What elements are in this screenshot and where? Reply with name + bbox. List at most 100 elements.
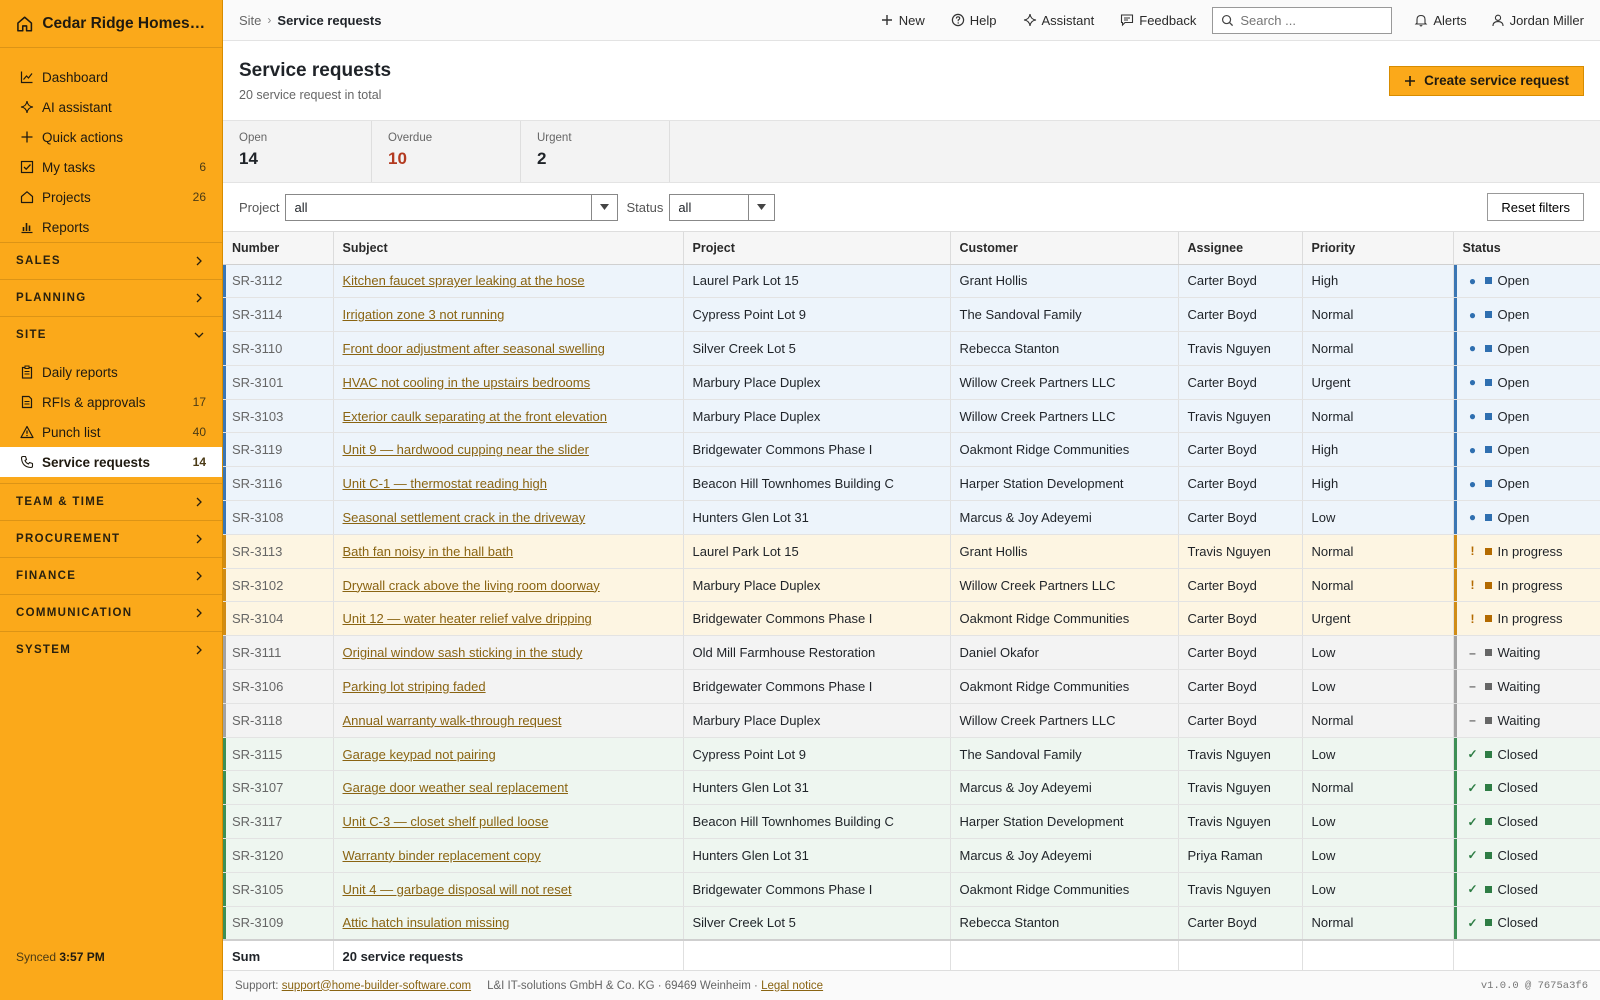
table-row[interactable]: SR-3108 Seasonal settlement crack in the …	[223, 500, 1600, 535]
new-button[interactable]: New	[880, 13, 925, 28]
sum-cell	[950, 938, 1179, 970]
help-button[interactable]: Help	[951, 13, 997, 28]
feedback-button[interactable]: Feedback	[1120, 13, 1196, 28]
subject-link[interactable]: Annual warranty walk-through request	[343, 713, 562, 728]
cell-status: ● Open	[1453, 466, 1600, 502]
search-input[interactable]	[1240, 12, 1381, 28]
subject-link[interactable]: Unit C-1 — thermostat reading high	[343, 476, 547, 491]
status-square-icon	[1484, 615, 1492, 623]
subject-link[interactable]: Warranty binder replacement copy	[343, 848, 541, 863]
sidebar-item-count: 40	[192, 425, 206, 439]
sidebar-item-my-tasks[interactable]: My tasks 6	[0, 152, 222, 182]
column-header-project[interactable]: Project	[683, 232, 951, 265]
subject-link[interactable]: Drywall crack above the living room door…	[343, 578, 600, 593]
status-square-icon	[1484, 547, 1492, 555]
column-header-assignee[interactable]: Assignee	[1178, 232, 1303, 265]
status-filter-select[interactable]: all	[669, 193, 776, 221]
section-team-time[interactable]: TEAM & TIME	[0, 483, 222, 520]
search-box[interactable]	[1212, 6, 1393, 34]
cell-project: Laurel Park Lot 15	[683, 264, 951, 299]
project-filter-select[interactable]: all	[285, 193, 619, 221]
section-procurement[interactable]: PROCUREMENT	[0, 520, 222, 557]
cell-number: SR-3113	[223, 534, 334, 569]
subject-link[interactable]: HVAC not cooling in the upstairs bedroom…	[343, 375, 591, 390]
table-row[interactable]: SR-3105 Unit 4 — garbage disposal will no…	[223, 872, 1600, 907]
stat-open[interactable]: Open 14	[223, 121, 372, 182]
subject-link[interactable]: Unit 12 — water heater relief valve drip…	[343, 611, 592, 626]
table-row[interactable]: SR-3118 Annual warranty walk-through requ…	[223, 703, 1600, 738]
table-row[interactable]: SR-3120 Warranty binder replacement copy H…	[223, 838, 1600, 873]
sidebar-item-projects[interactable]: Projects 26	[0, 182, 222, 212]
status-text: Closed	[1497, 847, 1538, 863]
create-service-request-button[interactable]: Create service request	[1389, 65, 1584, 96]
alerts-button[interactable]: Alerts	[1414, 13, 1467, 28]
subject-link[interactable]: Garage door weather seal replacement	[343, 780, 568, 795]
subject-link[interactable]: Front door adjustment after seasonal swe…	[343, 341, 605, 356]
subject-link[interactable]: Parking lot striping faded	[343, 679, 486, 694]
support-email-link[interactable]: support@home-builder-software.com	[282, 980, 471, 992]
sidebar-item-punch-list[interactable]: Punch list 40	[0, 417, 222, 447]
section-planning[interactable]: PLANNING	[0, 279, 222, 316]
subject-link[interactable]: Kitchen faucet sprayer leaking at the ho…	[343, 273, 585, 288]
column-header-customer[interactable]: Customer	[950, 232, 1179, 265]
table-row[interactable]: SR-3114 Irrigation zone 3 not running Cypr…	[223, 297, 1600, 333]
table-row[interactable]: SR-3107 Garage door weather seal replacem…	[223, 770, 1600, 806]
table-row[interactable]: SR-3112 Kitchen faucet sprayer leaking at…	[223, 264, 1600, 299]
stat-urgent[interactable]: Urgent 2	[521, 121, 670, 182]
chevron-right-icon	[196, 571, 202, 581]
column-header-status[interactable]: Status	[1453, 232, 1600, 265]
cell-status: ! In progress	[1453, 568, 1600, 603]
column-header-subject[interactable]: Subject	[333, 232, 684, 265]
section-system[interactable]: SYSTEM	[0, 631, 222, 668]
table-row[interactable]: SR-3110 Front door adjustment after seaso…	[223, 331, 1600, 366]
sidebar-item-ai-assistant[interactable]: AI assistant	[0, 92, 222, 122]
subject-link[interactable]: Bath fan noisy in the hall bath	[343, 544, 514, 559]
cell-number: SR-3114	[223, 297, 334, 333]
subject-link[interactable]: Garage keypad not pairing	[343, 747, 496, 762]
subject-link[interactable]: Unit 4 — garbage disposal will not reset	[343, 882, 572, 897]
section-site[interactable]: SITE	[0, 316, 222, 353]
sidebar-item-reports[interactable]: Reports	[0, 212, 222, 242]
subject-link[interactable]: Irrigation zone 3 not running	[343, 307, 505, 322]
user-menu[interactable]: Jordan Miller	[1491, 13, 1584, 28]
subject-link[interactable]: Seasonal settlement crack in the drivewa…	[343, 510, 586, 525]
table-row[interactable]: SR-3109 Attic hatch insulation missing Sil…	[223, 906, 1600, 941]
table-row[interactable]: SR-3117 Unit C-3 — closet shelf pulled lo…	[223, 804, 1600, 840]
status-open-icon: ●	[1468, 476, 1477, 491]
subject-link[interactable]: Exterior caulk separating at the front e…	[343, 409, 607, 424]
assistant-button[interactable]: Assistant	[1023, 13, 1094, 28]
brand[interactable]: Cedar Ridge Homes L...	[0, 0, 222, 48]
table-row[interactable]: SR-3111 Original window sash sticking in …	[223, 635, 1600, 671]
sidebar-item-dashboard[interactable]: Dashboard	[0, 62, 222, 92]
cell-customer: Willow Creek Partners LLC	[950, 568, 1179, 603]
table-row[interactable]: SR-3113 Bath fan noisy in the hall bath La…	[223, 534, 1600, 569]
section-sales[interactable]: SALES	[0, 242, 222, 279]
sidebar-item-daily-reports[interactable]: Daily reports	[0, 357, 222, 387]
table-row[interactable]: SR-3116 Unit C-1 — thermostat reading hig…	[223, 466, 1600, 502]
table-row[interactable]: SR-3102 Drywall crack above the living ro…	[223, 568, 1600, 603]
table-row[interactable]: SR-3119 Unit 9 — hardwood cupping near th…	[223, 432, 1600, 468]
section-finance[interactable]: FINANCE	[0, 557, 222, 594]
sidebar-item-rfis-approvals[interactable]: RFIs & approvals 17	[0, 387, 222, 417]
reset-filters-button[interactable]: Reset filters	[1487, 193, 1584, 221]
sidebar-item-service-requests[interactable]: Service requests 14	[0, 447, 222, 477]
subject-link[interactable]: Attic hatch insulation missing	[343, 915, 510, 930]
column-header-priority[interactable]: Priority	[1302, 232, 1454, 265]
breadcrumb-site[interactable]: Site	[239, 13, 261, 28]
subject-link[interactable]: Unit C-3 — closet shelf pulled loose	[343, 814, 549, 829]
legal-notice-link[interactable]: Legal notice	[761, 980, 823, 992]
table-row[interactable]: SR-3106 Parking lot striping faded Bridgew…	[223, 669, 1600, 704]
sidebar-item-quick-actions[interactable]: Quick actions	[0, 122, 222, 152]
status-badge: ! In progress	[1463, 578, 1591, 593]
table-row[interactable]: SR-3103 Exterior caulk separating at the …	[223, 399, 1600, 434]
subject-link[interactable]: Original window sash sticking in the stu…	[343, 645, 583, 660]
section-communication[interactable]: COMMUNICATION	[0, 594, 222, 631]
table-row[interactable]: SR-3101 HVAC not cooling in the upstairs …	[223, 365, 1600, 400]
stat-overdue[interactable]: Overdue 10	[372, 121, 521, 182]
table-row[interactable]: SR-3104 Unit 12 — water heater relief val…	[223, 601, 1600, 637]
table-container: Number Subject Project Customer Assignee Prio…	[223, 232, 1600, 970]
status-closed-icon: ✓	[1467, 747, 1478, 762]
subject-link[interactable]: Unit 9 — hardwood cupping near the slide…	[343, 442, 589, 457]
table-row[interactable]: SR-3115 Garage keypad not pairing Cypress …	[223, 737, 1600, 772]
column-header-number[interactable]: Number	[223, 232, 334, 265]
